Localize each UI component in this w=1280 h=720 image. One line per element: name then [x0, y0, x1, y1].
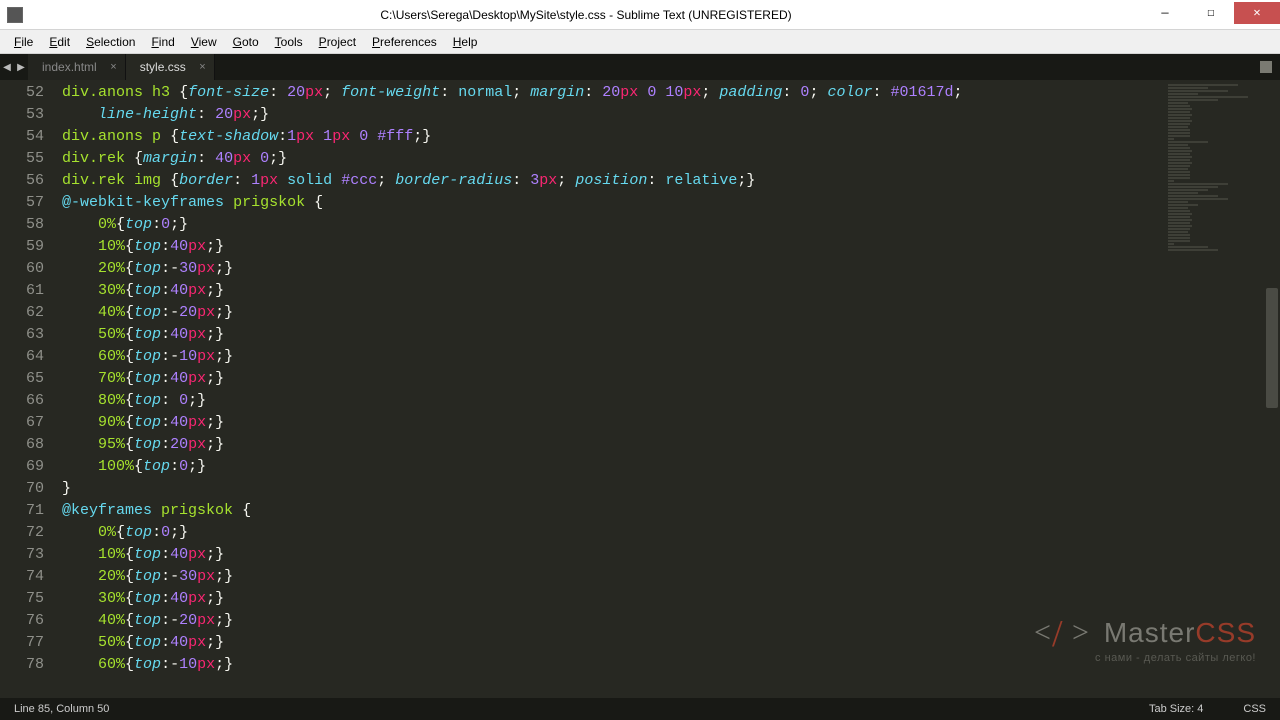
tabbar: ◀ ▶ index.html × style.css ×: [0, 54, 1280, 80]
status-syntax[interactable]: CSS: [1243, 703, 1266, 715]
menu-edit[interactable]: Edit: [41, 32, 78, 52]
menubar: FileEditSelectionFindViewGotoToolsProjec…: [0, 30, 1280, 54]
code-line[interactable]: 80%{top: 0;}: [62, 390, 1164, 412]
code-line[interactable]: 20%{top:-30px;}: [62, 258, 1164, 280]
menu-tools[interactable]: Tools: [267, 32, 311, 52]
menu-view[interactable]: View: [183, 32, 225, 52]
code-line[interactable]: 10%{top:40px;}: [62, 236, 1164, 258]
code-line[interactable]: 95%{top:20px;}: [62, 434, 1164, 456]
code-line[interactable]: 100%{top:0;}: [62, 456, 1164, 478]
menu-goto[interactable]: Goto: [225, 32, 267, 52]
code-line[interactable]: 90%{top:40px;}: [62, 412, 1164, 434]
code-line[interactable]: }: [62, 478, 1164, 500]
window-controls: — ☐ ✕: [1142, 6, 1280, 24]
menu-help[interactable]: Help: [445, 32, 486, 52]
tab-index-html[interactable]: index.html ×: [28, 54, 126, 80]
code-line[interactable]: 50%{top:40px;}: [62, 324, 1164, 346]
maximize-button[interactable]: ☐: [1188, 2, 1234, 24]
code-line[interactable]: 30%{top:40px;}: [62, 280, 1164, 302]
code-line[interactable]: 60%{top:-10px;}: [62, 346, 1164, 368]
minimap[interactable]: [1164, 80, 1264, 698]
code-line[interactable]: div.anons h3 {font-size: 20px; font-weig…: [62, 82, 1164, 104]
window-title: C:\Users\Serega\Desktop\MySite\style.css…: [30, 8, 1142, 22]
tab-history-back-icon[interactable]: ◀: [0, 62, 14, 73]
tab-history-fwd-icon[interactable]: ▶: [14, 62, 28, 73]
code-line[interactable]: 0%{top:0;}: [62, 214, 1164, 236]
statusbar: Line 85, Column 50 Tab Size: 4 CSS: [0, 698, 1280, 720]
app-icon: [0, 0, 30, 30]
line-number-gutter: 5253545556575859606162636465666768697071…: [0, 80, 62, 698]
code-line[interactable]: 20%{top:-30px;}: [62, 566, 1164, 588]
menu-file[interactable]: File: [6, 32, 41, 52]
menu-find[interactable]: Find: [143, 32, 182, 52]
code-line[interactable]: 50%{top:40px;}: [62, 632, 1164, 654]
code-line[interactable]: @keyframes prigskok {: [62, 500, 1164, 522]
menu-project[interactable]: Project: [311, 32, 364, 52]
code-line[interactable]: 70%{top:40px;}: [62, 368, 1164, 390]
code-line[interactable]: div.rek {margin: 40px 0;}: [62, 148, 1164, 170]
code-line[interactable]: div.anons p {text-shadow:1px 1px 0 #fff;…: [62, 126, 1164, 148]
close-button[interactable]: ✕: [1234, 2, 1280, 24]
tab-style-css[interactable]: style.css ×: [126, 54, 215, 80]
tab-close-icon[interactable]: ×: [199, 61, 205, 73]
tab-label: style.css: [140, 60, 186, 74]
code-line[interactable]: 10%{top:40px;}: [62, 544, 1164, 566]
editor[interactable]: 5253545556575859606162636465666768697071…: [0, 80, 1280, 698]
menu-selection[interactable]: Selection: [78, 32, 143, 52]
scrollbar-thumb[interactable]: [1266, 288, 1278, 408]
status-tab-size[interactable]: Tab Size: 4: [1149, 703, 1203, 715]
code-line[interactable]: @-webkit-keyframes prigskok {: [62, 192, 1164, 214]
status-cursor-position[interactable]: Line 85, Column 50: [14, 703, 109, 715]
code-line[interactable]: 40%{top:-20px;}: [62, 302, 1164, 324]
tab-label: index.html: [42, 60, 97, 74]
code-line[interactable]: 30%{top:40px;}: [62, 588, 1164, 610]
code-line[interactable]: line-height: 20px;}: [62, 104, 1164, 126]
code-line[interactable]: 40%{top:-20px;}: [62, 610, 1164, 632]
vertical-scrollbar[interactable]: [1264, 80, 1280, 698]
minimize-button[interactable]: —: [1142, 2, 1188, 24]
code-line[interactable]: 60%{top:-10px;}: [62, 654, 1164, 676]
window-titlebar: C:\Users\Serega\Desktop\MySite\style.css…: [0, 0, 1280, 30]
code-area[interactable]: div.anons h3 {font-size: 20px; font-weig…: [62, 80, 1164, 698]
panel-switch-icon[interactable]: [1260, 61, 1272, 73]
tab-close-icon[interactable]: ×: [110, 61, 116, 73]
code-line[interactable]: div.rek img {border: 1px solid #ccc; bor…: [62, 170, 1164, 192]
code-line[interactable]: 0%{top:0;}: [62, 522, 1164, 544]
menu-preferences[interactable]: Preferences: [364, 32, 445, 52]
